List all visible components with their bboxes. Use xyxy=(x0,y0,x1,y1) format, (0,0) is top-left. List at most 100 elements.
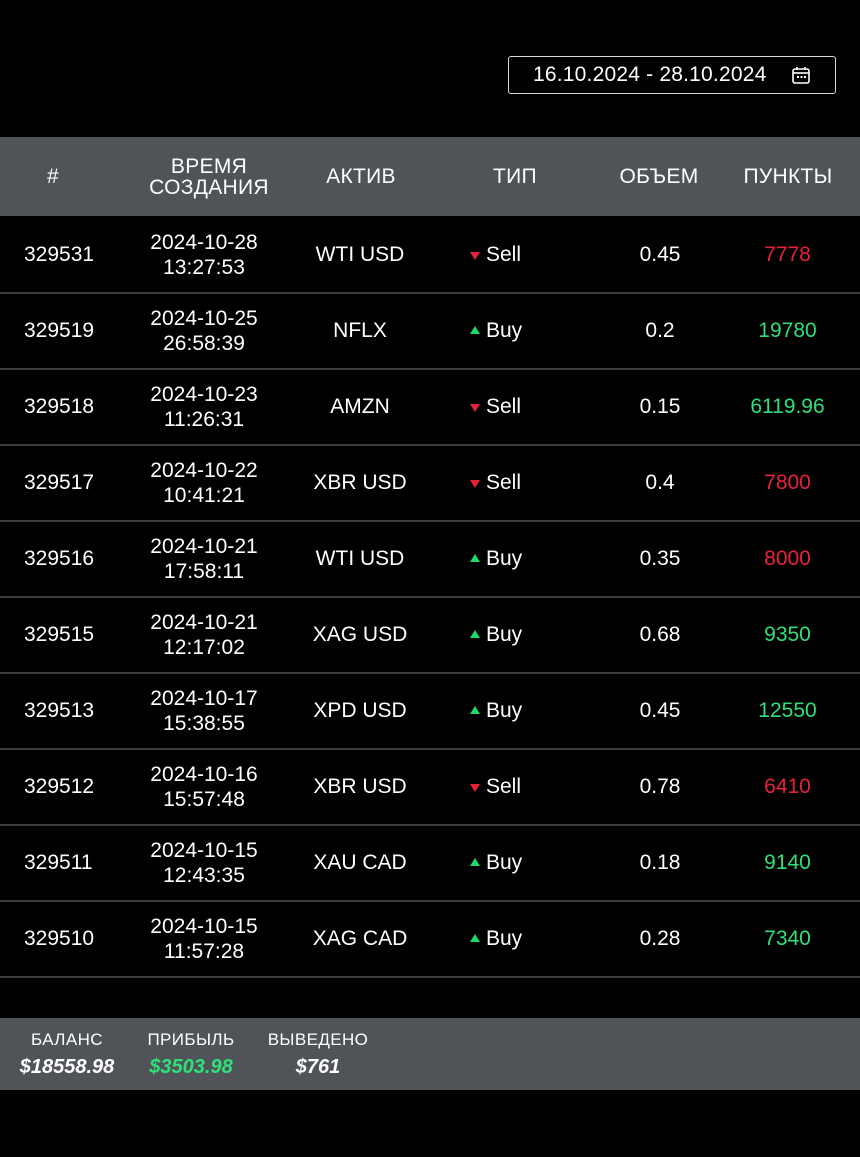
trade-time: 26:58:39 xyxy=(163,332,245,355)
balance-value: $18558.98 xyxy=(19,1056,115,1078)
trade-type-label: Buy xyxy=(486,547,523,570)
table-row[interactable]: 329518 2024-10-23 11:26:31 AMZN Sell 0.15 6119… xyxy=(0,370,860,446)
trade-time: 12:17:02 xyxy=(163,636,245,659)
trade-points: 7800 xyxy=(764,471,811,494)
trade-date: 2024-10-22 xyxy=(150,459,258,482)
triangle-down-icon xyxy=(470,784,480,792)
trade-points: 9140 xyxy=(764,851,811,874)
trade-date: 2024-10-15 xyxy=(150,839,258,862)
withdrawn-stat: ВЫВЕДЕНО $761 xyxy=(262,1030,374,1079)
trade-type-label: Buy xyxy=(486,927,523,950)
table-row[interactable]: 329515 2024-10-21 12:17:02 XAG USD Buy 0.68 93… xyxy=(0,598,860,674)
trade-time: 15:57:48 xyxy=(163,788,245,811)
trade-id: 329518 xyxy=(24,395,95,418)
trade-time: 11:26:31 xyxy=(163,408,245,431)
trade-date: 2024-10-15 xyxy=(150,915,258,938)
date-range-picker[interactable]: 16.10.2024 - 28.10.2024 xyxy=(508,56,836,94)
table-row[interactable]: 329512 2024-10-16 15:57:48 XBR USD Sell 0.78 6… xyxy=(0,750,860,826)
triangle-up-icon xyxy=(470,934,480,942)
table-row[interactable]: 329519 2024-10-25 26:58:39 NFLX Buy 0.2 19780 xyxy=(0,294,860,370)
calendar-icon[interactable] xyxy=(791,65,811,85)
trade-id: 329512 xyxy=(24,775,95,798)
trade-id: 329519 xyxy=(24,319,95,342)
trade-asset: XBR USD xyxy=(313,471,407,494)
trade-time: 17:58:11 xyxy=(163,560,245,583)
trade-type: Sell xyxy=(470,370,580,444)
trade-created: 2024-10-25 26:58:39 xyxy=(124,294,284,368)
triangle-down-icon xyxy=(470,252,480,260)
trade-created: 2024-10-22 10:41:21 xyxy=(124,446,284,520)
trade-created: 2024-10-15 12:43:35 xyxy=(124,826,284,900)
trade-type: Buy xyxy=(470,522,580,596)
trade-id: 329511 xyxy=(24,851,93,874)
trade-type: Buy xyxy=(470,902,580,976)
header-id: # xyxy=(47,165,59,188)
header-type: ТИП xyxy=(493,165,537,188)
trade-type-label: Buy xyxy=(486,623,523,646)
trade-asset: XAG USD xyxy=(312,623,408,646)
triangle-up-icon xyxy=(470,706,480,714)
trade-points: 9350 xyxy=(764,623,811,646)
trade-type: Buy xyxy=(470,826,580,900)
trade-volume: 0.4 xyxy=(645,471,675,494)
trade-volume: 0.35 xyxy=(639,547,681,570)
table-row[interactable]: 329511 2024-10-15 12:43:35 XAU CAD Buy 0.18 91… xyxy=(0,826,860,902)
trade-time: 12:43:35 xyxy=(163,864,245,887)
trade-volume: 0.15 xyxy=(639,395,681,418)
trade-type: Buy xyxy=(470,674,580,748)
trade-created: 2024-10-28 13:27:53 xyxy=(124,218,284,292)
trade-time: 15:38:55 xyxy=(163,712,245,735)
profit-stat: ПРИБЫЛЬ $3503.98 xyxy=(136,1030,246,1079)
trade-volume: 0.78 xyxy=(639,775,681,798)
trade-asset: XPD USD xyxy=(313,699,407,722)
trade-id: 329513 xyxy=(24,699,95,722)
trade-type-label: Sell xyxy=(486,775,522,798)
trade-type-label: Buy xyxy=(486,851,523,874)
trade-asset: XAG CAD xyxy=(312,927,408,950)
trade-asset: WTI USD xyxy=(315,547,405,570)
trade-time: 11:57:28 xyxy=(163,940,245,963)
trade-date: 2024-10-21 xyxy=(150,535,258,558)
trade-created: 2024-10-17 15:38:55 xyxy=(124,674,284,748)
trade-points: 8000 xyxy=(764,547,811,570)
table-row[interactable]: 329510 2024-10-15 11:57:28 XAG CAD Buy 0.28 73… xyxy=(0,902,860,978)
triangle-up-icon xyxy=(470,630,480,638)
trade-type: Sell xyxy=(470,446,580,520)
header-asset: АКТИВ xyxy=(326,165,396,188)
balance-stat: БАЛАНС $18558.98 xyxy=(12,1030,122,1079)
triangle-down-icon xyxy=(470,404,480,412)
trade-points: 19780 xyxy=(758,319,817,342)
trade-volume: 0.28 xyxy=(639,927,681,950)
trade-volume: 0.45 xyxy=(639,699,681,722)
table-row[interactable]: 329517 2024-10-22 10:41:21 XBR USD Sell 0.4 78… xyxy=(0,446,860,522)
trade-time: 13:27:53 xyxy=(163,256,245,279)
trade-id: 329510 xyxy=(24,927,95,950)
table-row[interactable]: 329516 2024-10-21 17:58:11 WTI USD Buy 0.35 80… xyxy=(0,522,860,598)
trade-points: 6410 xyxy=(764,775,811,798)
triangle-up-icon xyxy=(470,858,480,866)
trade-date: 2024-10-28 xyxy=(150,231,258,254)
summary-bar: БАЛАНС $18558.98 ПРИБЫЛЬ $3503.98 ВЫВЕДЕ… xyxy=(0,1018,860,1090)
header-points: ПУНКТЫ xyxy=(743,165,833,188)
trade-created: 2024-10-21 17:58:11 xyxy=(124,522,284,596)
trade-type-label: Sell xyxy=(486,471,522,494)
profit-value: $3503.98 xyxy=(149,1056,233,1078)
table-row[interactable]: 329513 2024-10-17 15:38:55 XPD USD Buy 0.45 12… xyxy=(0,674,860,750)
trade-asset: AMZN xyxy=(330,395,390,418)
profit-label: ПРИБЫЛЬ xyxy=(147,1030,235,1049)
trade-id: 329516 xyxy=(24,547,95,570)
trade-id: 329517 xyxy=(24,471,95,494)
trade-date: 2024-10-16 xyxy=(150,763,258,786)
table-row[interactable]: 329531 2024-10-28 13:27:53 WTI USD Sell 0.45 7… xyxy=(0,218,860,294)
trades-table-body: 329531 2024-10-28 13:27:53 WTI USD Sell 0.45 7… xyxy=(0,218,860,978)
trade-asset: XAU CAD xyxy=(313,851,407,874)
trade-date: 2024-10-25 xyxy=(150,307,258,330)
trade-type: Buy xyxy=(470,598,580,672)
triangle-up-icon xyxy=(470,326,480,334)
trade-asset: NFLX xyxy=(333,319,387,342)
trade-points: 7340 xyxy=(764,927,811,950)
trade-created: 2024-10-21 12:17:02 xyxy=(124,598,284,672)
trade-type: Sell xyxy=(470,218,580,292)
trade-points: 12550 xyxy=(758,699,817,722)
trade-volume: 0.45 xyxy=(639,243,681,266)
